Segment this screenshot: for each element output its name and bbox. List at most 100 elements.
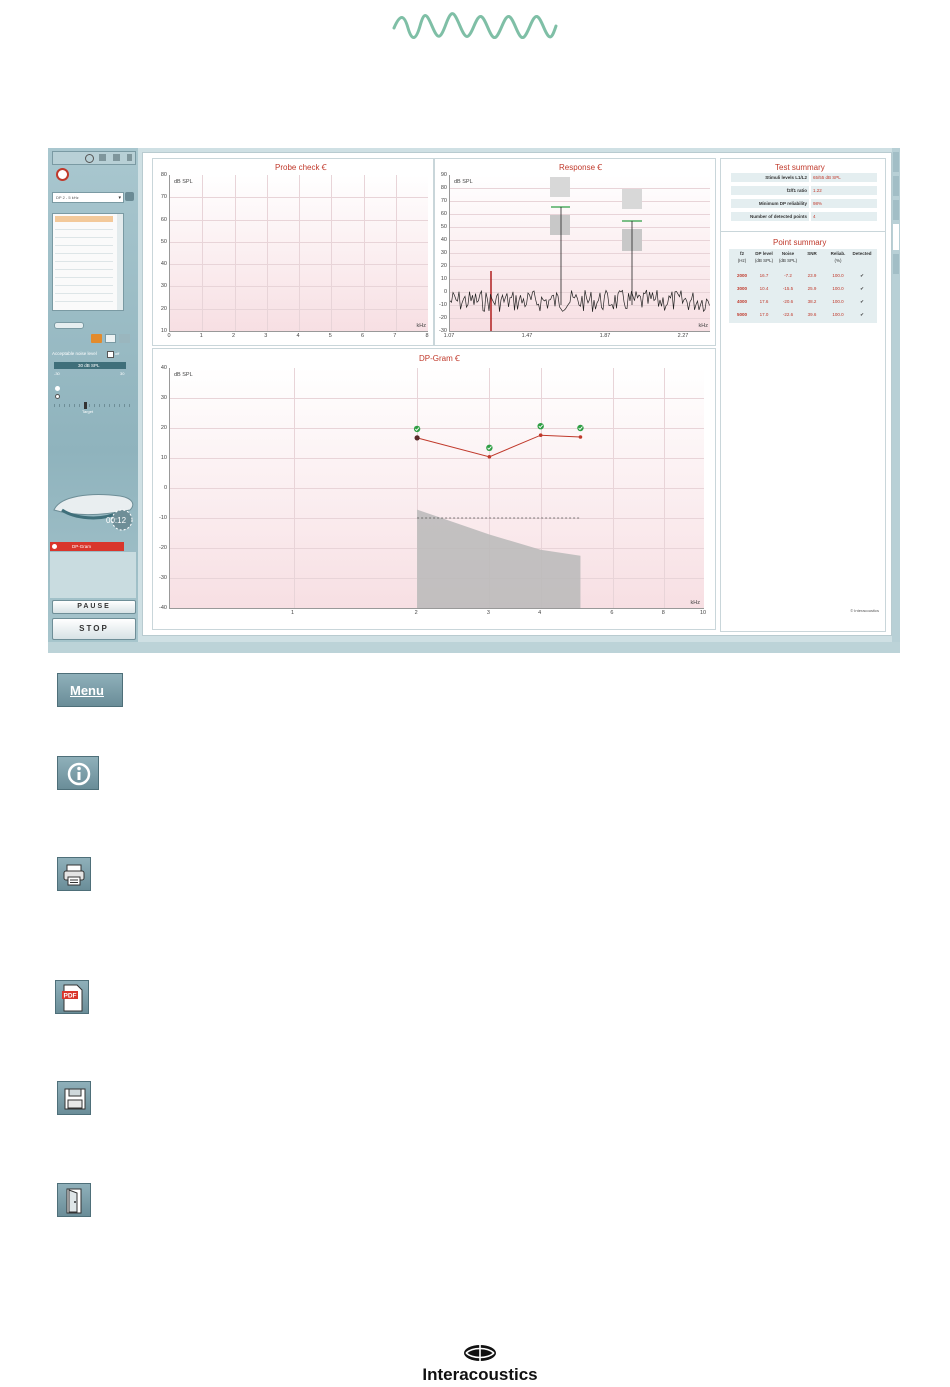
exit-icon[interactable]: [127, 154, 132, 161]
copyright: © Interacoustics: [850, 608, 879, 613]
dpgram-y-tick-label: -30: [159, 575, 167, 581]
info-button[interactable]: [57, 756, 99, 790]
pdf-button[interactable]: PDF: [55, 980, 89, 1014]
radio-option[interactable]: [55, 394, 60, 399]
response-spectrum: [450, 177, 710, 331]
ear-icon: Ꞓ: [321, 163, 327, 172]
probe-check-y-tick-label: 70: [160, 194, 167, 201]
test-summary-label: Number of detected points: [731, 212, 809, 221]
dpgram-plot: dB SPL kHz: [169, 368, 704, 609]
pdf-icon: PDF: [62, 984, 83, 1012]
protocol-select[interactable]: DP 2 - 5 kHz ▾: [52, 192, 124, 203]
exit-button[interactable]: [57, 1183, 91, 1217]
probe-check-y-tick-label: 20: [160, 305, 167, 312]
brand-footer: Interacoustics: [400, 1344, 560, 1385]
slider-handle[interactable]: [84, 402, 87, 409]
point-summary-cell: 100.0: [832, 299, 844, 304]
grid-line: [170, 264, 428, 266]
response-x-tick-label: 1.07: [443, 333, 455, 339]
ear-icon[interactable]: [56, 168, 69, 181]
detected-check-icon: [486, 444, 493, 451]
view-icon[interactable]: [105, 334, 116, 343]
dpgram-y-tick-label: -40: [159, 605, 167, 611]
app-window: DP 2 - 5 kHz ▾ Acceptable noise level of…: [48, 148, 900, 653]
response-y-tick-label: 30: [440, 250, 447, 256]
test-summary-value: 65/55 dB SPL: [811, 173, 877, 182]
grid-line: [170, 308, 428, 310]
response-y-tick-label: 10: [440, 276, 447, 282]
point-summary-cell: (dB SPL): [778, 258, 798, 263]
print-icon[interactable]: [99, 154, 106, 161]
probe-check-y-tick-label: 80: [160, 172, 167, 178]
view-icon[interactable]: [119, 334, 130, 343]
probe-check-xunit: kHz: [416, 323, 426, 329]
point-summary-cell: Reliab.: [830, 251, 846, 256]
grid-line: [395, 175, 397, 331]
wave-logo: [392, 12, 558, 39]
response-x-tick-label: 2.27: [677, 333, 689, 339]
point-summary-cell: -20.6: [782, 299, 794, 304]
dpgram-y-tick-label: -20: [159, 545, 167, 551]
grid-line: [170, 241, 428, 243]
point-summary-cell: 100.0: [832, 273, 844, 278]
point-summary-cell: ✔: [860, 312, 864, 317]
toggle-pill[interactable]: [54, 322, 84, 329]
list-item[interactable]: [55, 226, 113, 306]
probe-check-unit: dB SPL: [174, 179, 193, 185]
info-icon[interactable]: [85, 154, 94, 163]
dpgram-y-tick-label: 0: [163, 485, 167, 491]
dpgram-y-tick-label: 30: [160, 395, 167, 401]
point-summary-cell: 2000: [736, 273, 747, 278]
print-button[interactable]: [57, 857, 91, 891]
pause-button[interactable]: PAUSE: [52, 600, 136, 614]
test-summary-value: 1.22: [811, 186, 877, 195]
dp-point: [538, 433, 543, 437]
session-list[interactable]: [52, 213, 124, 311]
side-tab[interactable]: [893, 152, 899, 172]
dpgram-xunit: kHz: [690, 600, 700, 606]
radio-option[interactable]: [55, 386, 60, 391]
grid-line: [299, 175, 300, 331]
info-icon: [67, 762, 91, 786]
interacoustics-logo-icon: [464, 1345, 496, 1361]
stop-button[interactable]: STOP: [52, 618, 136, 640]
probe-check-plot: dB SPL kHz: [169, 175, 428, 332]
side-tab-active[interactable]: [893, 224, 899, 250]
probe-check-y-tick-label: 40: [160, 261, 167, 268]
test-summary-title: Test summary: [775, 163, 825, 172]
view-icon[interactable]: [91, 334, 102, 343]
test-item-dpgram[interactable]: DP-Gram: [50, 542, 124, 551]
response-xunit: kHz: [698, 323, 708, 329]
settings-icon[interactable]: [125, 192, 134, 201]
grid-line: [170, 286, 428, 288]
noise-slider[interactable]: 30 dB SPL: [54, 362, 126, 369]
save-icon[interactable]: [113, 154, 120, 161]
probe-check-y-tick-label: 50: [160, 238, 167, 245]
point-summary-cell: 39.6: [807, 312, 817, 317]
timer: 00:12: [106, 516, 127, 525]
test-summary-row: Number of detected points 4: [731, 212, 877, 222]
grid-line: [170, 197, 428, 199]
point-summary-cell: 100.0: [832, 286, 844, 291]
list-item[interactable]: [55, 216, 113, 222]
target-slider[interactable]: [54, 402, 130, 409]
dpgram-x-tick-label: 8: [661, 610, 665, 616]
menu-button[interactable]: Menu: [57, 673, 123, 707]
dp-point: [578, 435, 583, 439]
grid-line: [331, 175, 333, 331]
noise-level-label: Acceptable noise level: [52, 351, 97, 356]
point-summary-title: Point summary: [773, 238, 827, 247]
grid-line: [234, 175, 236, 331]
point-summary-cell: 100.0: [832, 312, 844, 317]
side-tab[interactable]: [893, 200, 899, 220]
side-tab[interactable]: [893, 176, 899, 196]
response-y-tick-label: 40: [440, 237, 447, 243]
save-button[interactable]: [57, 1081, 91, 1115]
list-scrollbar[interactable]: [117, 214, 123, 310]
side-tabs: [892, 148, 900, 653]
noise-off-checkbox[interactable]: [107, 351, 114, 358]
side-tab[interactable]: [893, 254, 899, 274]
dpgram-x-tick-label: 10: [699, 610, 707, 616]
print-icon: [63, 864, 85, 886]
dpgram-x-tick-label: 1: [291, 610, 295, 616]
